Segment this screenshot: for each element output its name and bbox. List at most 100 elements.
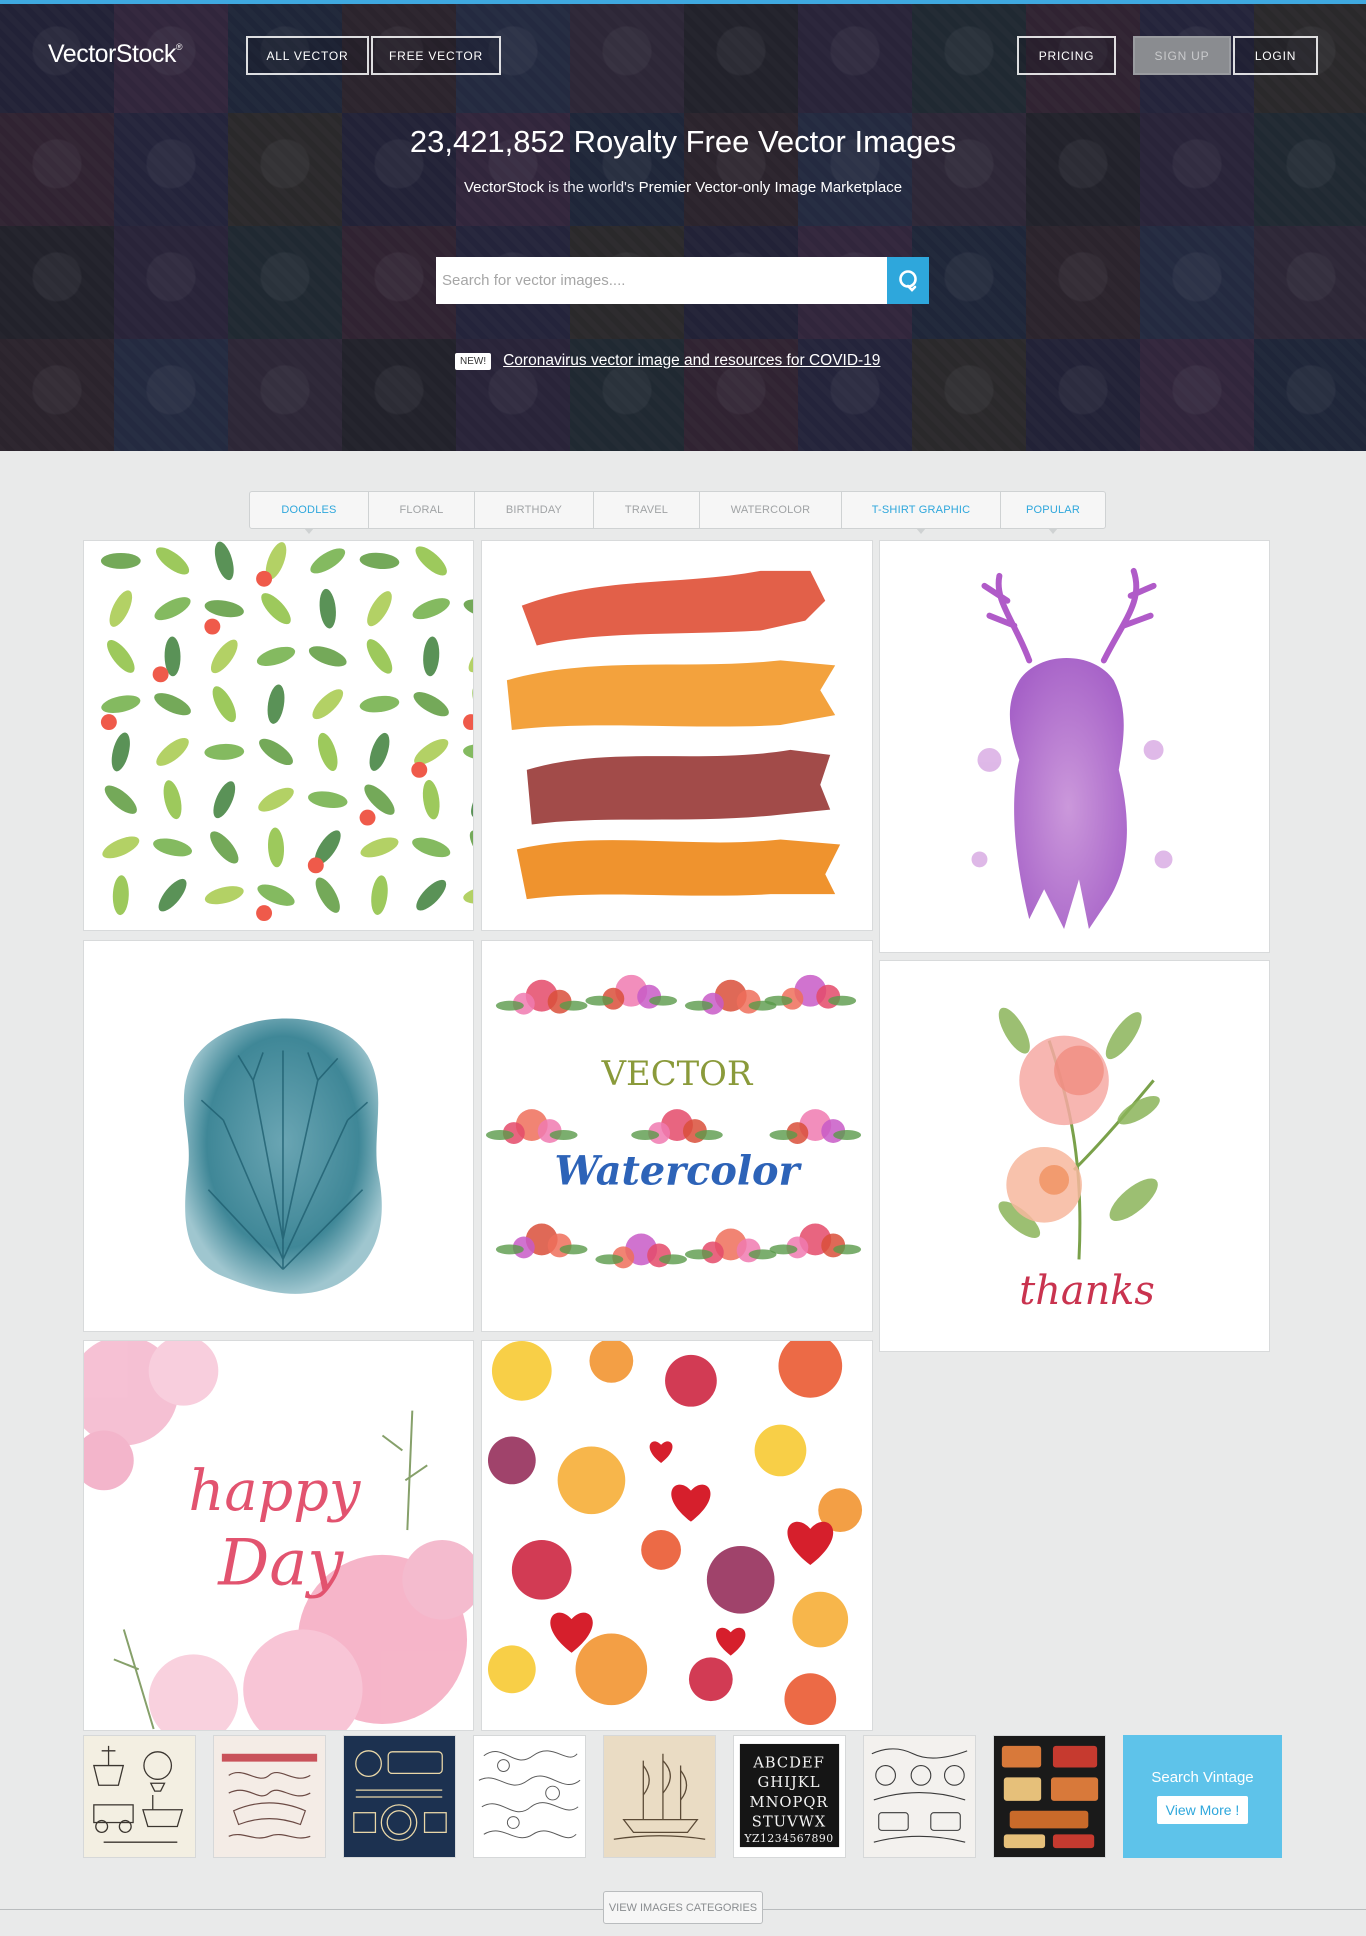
- watercolor-leaves-pattern-image[interactable]: [83, 540, 474, 931]
- leaf-shape: [154, 597, 191, 621]
- flower-bud-shape: [204, 618, 221, 635]
- view-images-categories-button[interactable]: VIEW IMAGES CATEGORIES: [603, 1891, 763, 1924]
- leaf-shape: [214, 541, 234, 581]
- vintage-labels-thumbnail[interactable]: [343, 1735, 456, 1858]
- leaf-shape: [369, 732, 390, 771]
- watercolor-thanks-card-image[interactable]: thanks: [879, 960, 1270, 1352]
- tab-popular[interactable]: POPULAR: [1001, 492, 1105, 534]
- pricing-button[interactable]: PRICING: [1017, 36, 1116, 75]
- flower-bud-shape: [463, 714, 473, 731]
- leaf-shape: [267, 827, 285, 868]
- flourish-ornaments-thumbnail[interactable]: [213, 1735, 326, 1858]
- hero-subtitle: VectorStock is the world's Premier Vecto…: [463, 179, 903, 196]
- flower-leaf-shape: [659, 1254, 687, 1265]
- tab-t-shirt-graphic[interactable]: T-SHIRT GRAPHIC: [842, 492, 1001, 534]
- paint-splash-shape: [575, 1633, 648, 1706]
- leaf-shape: [204, 743, 245, 760]
- floral-engraving-thumbnail[interactable]: [473, 1735, 586, 1858]
- tab-watercolor[interactable]: WATERCOLOR: [700, 492, 842, 528]
- leaf-shape: [359, 552, 400, 570]
- flower-leaf-shape: [585, 995, 614, 1006]
- paint-splash-shape: [784, 1673, 837, 1726]
- svg-text:STUVWX: STUVWX: [752, 1813, 826, 1830]
- leaf-shape: [416, 879, 447, 911]
- tab-doodles[interactable]: DOODLES: [250, 492, 369, 534]
- flower-leaf-shape: [694, 1130, 723, 1140]
- leaf-shape: [312, 689, 344, 720]
- flower-leaf-shape: [595, 1254, 624, 1265]
- flower-bud-shape: [307, 857, 324, 874]
- free-vector-button[interactable]: FREE VECTOR: [371, 36, 501, 75]
- search-bar: [436, 257, 929, 304]
- flower-bud-shape: [152, 666, 169, 683]
- thanks-text: thanks: [1019, 1268, 1154, 1314]
- search-input[interactable]: [436, 257, 887, 304]
- flower-leaf-shape: [485, 1130, 514, 1140]
- flower-leaf-shape: [649, 995, 677, 1006]
- tab-birthday[interactable]: BIRTHDAY: [475, 492, 594, 528]
- paint-splash-shape: [487, 1436, 536, 1485]
- happy-day-card-image[interactable]: happy Day: [83, 1340, 474, 1731]
- paint-splash-shape: [665, 1354, 717, 1407]
- vectorstock-logo[interactable]: VectorStock®: [48, 40, 183, 69]
- leaf-shape: [469, 830, 473, 865]
- vintage-labels-illustration: [353, 1750, 447, 1841]
- coral-illustration: [183, 1018, 382, 1294]
- leaf-shape: [158, 878, 187, 912]
- watercolor-ribbons-image[interactable]: [481, 540, 873, 931]
- deer-illustration: [971, 567, 1173, 930]
- vector-watercolor-flowers-image[interactable]: VECTOR Watercolor: [481, 940, 873, 1332]
- all-vector-button[interactable]: ALL VECTOR: [246, 36, 369, 75]
- leaf-shape: [471, 541, 473, 582]
- search-vintage-title: Search Vintage: [1151, 1769, 1254, 1786]
- leaf-shape: [317, 732, 338, 771]
- vintage-transport-illustration: [93, 1745, 184, 1843]
- leaf-shape: [154, 693, 191, 716]
- flower-leaf-shape: [833, 1244, 862, 1255]
- ornament-collection-illustration: [871, 1748, 968, 1843]
- flower-leaf-shape: [769, 1244, 798, 1255]
- leaf-shape: [422, 779, 440, 820]
- flower-leaf-shape: [764, 995, 793, 1006]
- flower-bud-shape: [100, 714, 117, 731]
- leaf-shape: [308, 791, 348, 809]
- leaf-shape: [107, 639, 135, 673]
- tab-travel[interactable]: TRAVEL: [594, 492, 700, 528]
- floral-engraving-illustration: [478, 1750, 581, 1839]
- splash-hearts-illustration: [487, 1341, 863, 1726]
- covid-resources-link[interactable]: Coronavirus vector image and resources f…: [503, 352, 880, 370]
- leaf-shape: [371, 875, 388, 915]
- leaf-shape: [415, 546, 447, 576]
- hero-title: 23,421,852 Royalty Free Vector Images: [409, 124, 957, 159]
- flower-leaf-shape: [833, 1130, 862, 1140]
- login-button[interactable]: LOGIN: [1233, 36, 1318, 75]
- watercolor-coral-image[interactable]: [83, 940, 474, 1332]
- leaf-shape: [210, 831, 239, 864]
- paint-splash-shape: [792, 1591, 849, 1648]
- search-icon: [899, 269, 917, 292]
- search-button[interactable]: [887, 257, 929, 304]
- leaf-shape: [367, 591, 392, 627]
- vintage-transport-thumbnail[interactable]: [83, 1735, 196, 1858]
- paint-splash-shape: [491, 1341, 552, 1401]
- watercolor-deer-image[interactable]: [879, 540, 1270, 953]
- svg-text:GHIJKL: GHIJKL: [758, 1774, 821, 1791]
- sign-up-button[interactable]: SIGN UP: [1133, 36, 1231, 75]
- leaf-shape: [359, 695, 400, 713]
- paint-splash-shape: [511, 1539, 572, 1600]
- retro-labels-thumbnail[interactable]: [993, 1735, 1106, 1858]
- sailing-ship-thumbnail[interactable]: [603, 1735, 716, 1858]
- ornament-collection-thumbnail[interactable]: [863, 1735, 976, 1858]
- paint-splash-shape: [688, 1657, 733, 1702]
- view-more-button[interactable]: View More !: [1156, 1796, 1249, 1824]
- paint-splash-hearts-image[interactable]: [481, 1340, 873, 1731]
- svg-text:MNOPQR: MNOPQR: [750, 1794, 829, 1811]
- leaf-shape: [256, 646, 296, 666]
- leaf-shape: [102, 836, 140, 859]
- flower-leaf-shape: [495, 1000, 524, 1011]
- leaf-shape: [109, 590, 133, 627]
- tab-floral[interactable]: FLORAL: [369, 492, 475, 528]
- new-badge: NEW!: [455, 352, 492, 370]
- alphabet-thumbnail[interactable]: ABCDEF GHIJKL MNOPQR STUVWX YZ1234567890: [733, 1735, 846, 1858]
- flower-leaf-shape: [684, 1000, 713, 1011]
